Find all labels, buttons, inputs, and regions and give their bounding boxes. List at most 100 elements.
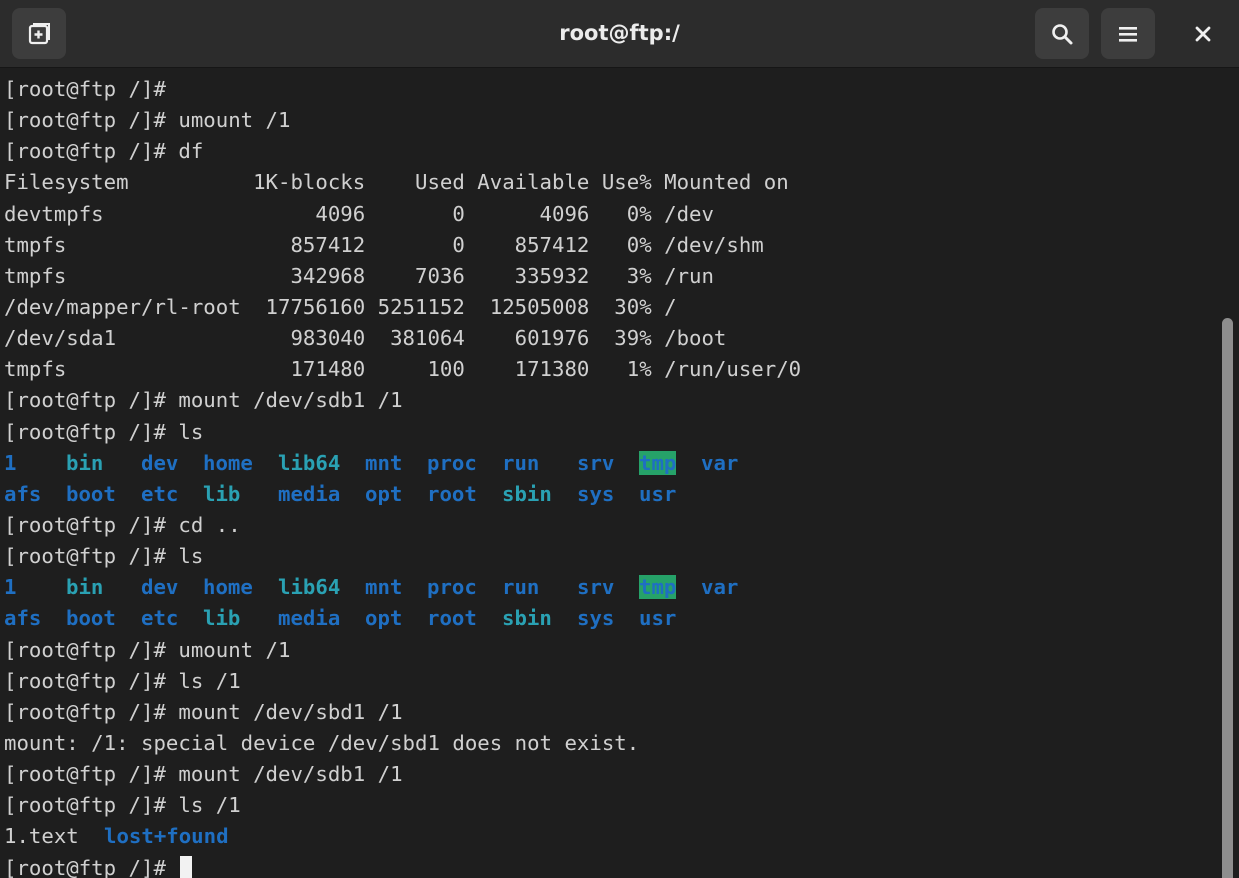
ls-entry-name: 1	[4, 450, 17, 475]
menu-button[interactable]	[1101, 8, 1155, 59]
ls-entry-name: etc	[141, 481, 179, 506]
line-text: [root@ftp /]# ls	[4, 544, 204, 569]
ls-entry: lib64	[278, 448, 365, 479]
line-text: [root@ftp /]# ls /1	[4, 668, 241, 693]
terminal-line: [root@ftp /]# mount /dev/sbd1 /1	[0, 697, 1214, 728]
ls-entry-name: bin	[66, 575, 104, 600]
header-bar: root@ftp:/	[0, 0, 1239, 68]
terminal-line: [root@ftp /]# ls	[0, 541, 1214, 572]
ls-entry: var	[701, 572, 763, 603]
ls-entry-name: boot	[66, 481, 116, 506]
ls-entry-name: lib64	[278, 575, 341, 600]
ls-entry: dev	[141, 448, 203, 479]
prompt-line: [root@ftp /]#	[0, 853, 1214, 878]
terminal-line: [root@ftp /]# umount /1	[0, 105, 1214, 136]
ls-entry-name: sys	[577, 481, 615, 506]
ls-entry-name: mnt	[365, 450, 403, 475]
ls-entry-name: run	[502, 450, 540, 475]
terminal-line: [root@ftp /]# mount /dev/sdb1 /1	[0, 759, 1214, 790]
ls-entry-name: home	[203, 575, 253, 600]
ls-entry: run	[502, 448, 577, 479]
terminal-line: [root@ftp /]# mount /dev/sdb1 /1	[0, 385, 1214, 416]
terminal-line: mount: /1: special device /dev/sbd1 does…	[0, 728, 1214, 759]
line-text: Filesystem 1K-blocks Used Available Use%…	[4, 170, 789, 195]
terminal-output[interactable]: [root@ftp /]# [root@ftp /]# umount /1 [roo…	[0, 74, 1214, 878]
ls-entry: lib	[203, 479, 278, 510]
line-text: [root@ftp /]# umount /1	[4, 108, 291, 133]
terminal-line: Filesystem 1K-blocks Used Available Use%…	[0, 167, 1214, 198]
line-text: [root@ftp /]# umount /1	[4, 637, 291, 662]
ls-entry: lost+found	[104, 821, 264, 852]
ls-entry: home	[203, 572, 278, 603]
line-text: tmpfs 171480 100 171380 1% /run/user/0	[4, 357, 802, 382]
terminal-line: [root@ftp /]# ls /1	[0, 790, 1214, 821]
ls-entry: boot	[66, 603, 141, 634]
ls-entry: mnt	[365, 572, 427, 603]
ls-entry-name: opt	[365, 481, 403, 506]
ls-entry: sbin	[502, 603, 577, 634]
terminal-line: [root@ftp /]# ls /1	[0, 666, 1214, 697]
ls-entry-name: root	[427, 481, 477, 506]
ls-output-line: afs boot etc lib media opt root sbin sys usr	[0, 479, 1214, 510]
ls-entry: opt	[365, 603, 427, 634]
ls-entry-name: lib	[203, 481, 241, 506]
ls-entry-name: proc	[427, 575, 477, 600]
ls-entry: opt	[365, 479, 427, 510]
ls-entry-name: bin	[66, 450, 104, 475]
close-button[interactable]	[1176, 8, 1230, 59]
ls-entry-name: sbin	[502, 606, 552, 631]
ls-entry-name: 1.text	[4, 824, 79, 849]
ls-entry-name: srv	[577, 575, 615, 600]
ls-entry-name: opt	[365, 606, 403, 631]
ls-entry: srv	[577, 448, 639, 479]
terminal-line: [root@ftp /]# ls	[0, 417, 1214, 448]
terminal-line: [root@ftp /]# df	[0, 136, 1214, 167]
ls-entry: bin	[66, 572, 141, 603]
ls-entry: mnt	[365, 448, 427, 479]
ls-entry-name: mnt	[365, 575, 403, 600]
line-text: [root@ftp /]#	[4, 77, 166, 101]
line-text: mount: /1: special device /dev/sbd1 does…	[4, 730, 640, 755]
ls-entry: sys	[577, 479, 639, 510]
ls-entry: lib64	[278, 572, 365, 603]
line-text: [root@ftp /]# ls /1	[4, 793, 241, 818]
line-text: [root@ftp /]# mount /dev/sdb1 /1	[4, 388, 403, 413]
search-icon	[1052, 23, 1073, 44]
ls-entry: usr	[639, 479, 701, 510]
ls-entry: tmp	[639, 572, 701, 603]
scrollbar-thumb[interactable]	[1222, 318, 1233, 878]
ls-entry: run	[502, 572, 577, 603]
terminal-line: tmpfs 171480 100 171380 1% /run/user/0	[0, 354, 1214, 385]
terminal-line: devtmpfs 4096 0 4096 0% /dev	[0, 199, 1214, 230]
ls-entry-name: 1	[4, 575, 17, 600]
ls-entry-name: media	[278, 481, 341, 506]
terminal-line: [root@ftp /]#	[0, 74, 1214, 105]
ls-entry: etc	[141, 603, 203, 634]
ls-entry: media	[278, 479, 365, 510]
terminal-window: root@ftp:/ [root@ftp /]# [root@ftp /]# um…	[0, 0, 1239, 878]
ls-entry: srv	[577, 572, 639, 603]
ls-entry-name: home	[203, 450, 253, 475]
ls-output-line: 1.text lost+found	[0, 821, 1214, 852]
ls-entry: 1.text	[4, 821, 104, 852]
ls-entry: 1	[4, 448, 66, 479]
line-text: tmpfs 342968 7036 335932 3% /run	[4, 263, 714, 288]
hamburger-menu-icon	[1119, 26, 1137, 42]
new-tab-button[interactable]	[12, 8, 66, 59]
line-text: [root@ftp /]# df	[4, 139, 204, 164]
text-cursor	[180, 855, 193, 878]
ls-output-line: 1 bin dev home lib64 mnt proc run srv tmp var	[0, 448, 1214, 479]
ls-entry-name: boot	[66, 606, 116, 631]
ls-entry-name: sys	[577, 606, 615, 631]
search-button[interactable]	[1035, 8, 1089, 59]
ls-entry: afs	[4, 479, 66, 510]
ls-entry: dev	[141, 572, 203, 603]
ls-entry: var	[701, 448, 763, 479]
ls-entry: lib	[203, 603, 278, 634]
ls-entry: proc	[427, 572, 502, 603]
ls-entry: bin	[66, 448, 141, 479]
ls-entry-name: tmp	[639, 575, 677, 600]
ls-entry-name: afs	[4, 606, 42, 631]
ls-entry: sys	[577, 603, 639, 634]
ls-entry-name: dev	[141, 575, 179, 600]
